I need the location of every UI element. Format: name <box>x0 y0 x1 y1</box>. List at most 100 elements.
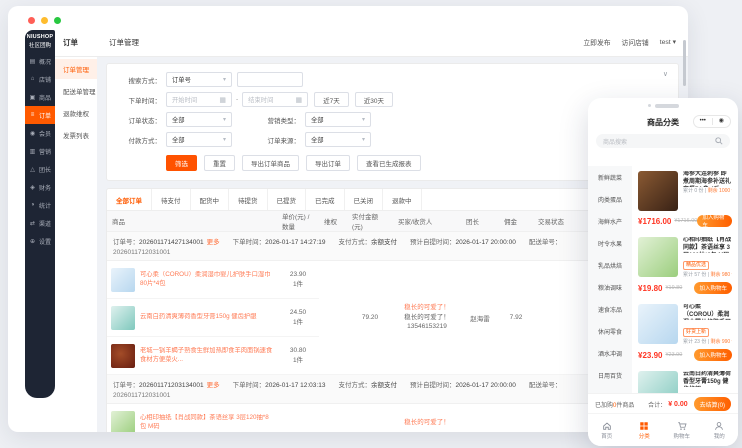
close-window-icon[interactable] <box>28 17 35 24</box>
product-card[interactable]: 心相印抽纸【肖战同款】茶语丝享 3层120抽*8包 M码 精品优选 累计 57 … <box>638 237 732 295</box>
mobile-preview: 商品分类 ••• ◉ 商品搜索 新鲜蔬菜 肉类蛋品 海鲜水产 时令水果 乳品烘焙… <box>588 98 738 446</box>
order-status-select[interactable]: 全部▾ <box>166 112 232 127</box>
last-7-days-button[interactable]: 近7天 <box>314 92 349 107</box>
product-card[interactable]: 云南白药清爽薄荷香型牙膏150g 健齿护龈 <box>638 371 732 394</box>
product-name-link[interactable]: 老城一锅羊蝎子熟食生鲜加热即食羊肉面锅速食食材方便菜火... <box>140 347 273 364</box>
more-link[interactable]: 更多 <box>207 382 220 389</box>
submenu-item-invoice[interactable]: 发票列表 <box>55 125 97 145</box>
tab-awaiting-pickup[interactable]: 待提货 <box>229 189 268 210</box>
filter-button[interactable]: 筛选 <box>166 155 197 171</box>
scrollbar-thumb[interactable] <box>683 40 686 86</box>
tab-category[interactable]: 分类 <box>626 414 664 446</box>
category-item[interactable]: 海鲜水产 <box>588 210 632 232</box>
total-label: 合计： <box>648 400 666 409</box>
tab-closed[interactable]: 已关闭 <box>345 189 384 210</box>
publish-link[interactable]: 立即发布 <box>583 37 610 47</box>
category-item[interactable]: 酒水冲调 <box>588 342 632 364</box>
tab-home[interactable]: 首页 <box>588 414 626 446</box>
buyer-nickname: 稳长的可爱了！ <box>397 418 457 428</box>
end-date-input[interactable]: 结束时间▦ <box>242 92 308 107</box>
logo-subtitle: 社区团购 <box>25 41 55 49</box>
search-keyword-input[interactable] <box>237 72 303 87</box>
sidebar-item-settings[interactable]: ⊕设置 <box>25 232 55 250</box>
tab-refunding[interactable]: 退款中 <box>383 189 422 210</box>
sidebar-item-orders[interactable]: ≡订单 <box>25 106 55 124</box>
product-name: 云南白药清爽薄荷香型牙膏150g 健齿护龈 <box>683 371 732 387</box>
tab-all-orders[interactable]: 全部订单 <box>107 189 152 210</box>
product-name-link[interactable]: 心相印抽纸【肖战同款】茶语丝享 3层120抽*8包 M码 <box>140 414 273 431</box>
marketing-type-select[interactable]: 全部▾ <box>305 112 371 127</box>
pay-method-select[interactable]: 全部▾ <box>166 132 232 147</box>
view-report-button[interactable]: 查看已生成报表 <box>357 155 421 171</box>
minimize-window-icon[interactable] <box>41 17 48 24</box>
phone-header: 商品分类 ••• ◉ <box>588 113 738 131</box>
user-menu[interactable]: test ▾ <box>660 38 676 46</box>
tab-completed[interactable]: 已完成 <box>306 189 345 210</box>
buyer-cell: 稳长的可爱了！ <box>393 404 461 433</box>
product-name: 海参大连刺参 即煮周期海参补送礼套餐7A参 4斤 32-... <box>683 171 732 187</box>
phone-tab-bar: 首页 分类 购物车 我的 <box>588 413 738 446</box>
category-item[interactable]: 速食冻品 <box>588 298 632 320</box>
channel-icon: ⇄ <box>29 220 36 227</box>
sidebar-item-overview[interactable]: ▤概况 <box>25 52 55 70</box>
reset-button[interactable]: 重置 <box>204 155 235 171</box>
category-item[interactable]: 粮油调味 <box>588 276 632 298</box>
order-source-select[interactable]: 全部▾ <box>305 132 371 147</box>
finance-icon: ◈ <box>29 184 36 191</box>
capsule-menu-icon[interactable]: ••• <box>694 116 712 127</box>
add-to-cart-button[interactable]: 加入购物车 <box>697 215 732 227</box>
start-date-input[interactable]: 开始时间▦ <box>166 92 232 107</box>
collapse-caret-icon[interactable]: ∨ <box>663 70 668 78</box>
primary-sidebar: NIUSHOP 社区团购 ▤概况 ⌂店铺 ▣商品 ≡订单 ◉会员 ▥营销 △团长… <box>25 30 55 398</box>
maximize-window-icon[interactable] <box>54 17 61 24</box>
submenu-item-refund[interactable]: 退款维权 <box>55 103 97 123</box>
screenshot-stage: NIUSHOP 社区团购 ▤概况 ⌂店铺 ▣商品 ≡订单 ◉会员 ▥营销 △团长… <box>0 0 742 448</box>
submenu-item-delivery-manage[interactable]: 配送单管理 <box>55 81 97 101</box>
add-to-cart-button[interactable]: 加入购物车 <box>694 282 732 294</box>
last-30-days-button[interactable]: 近30天 <box>355 92 393 107</box>
tab-picking[interactable]: 配货中 <box>191 189 230 210</box>
add-to-cart-button[interactable]: 加入购物车 <box>694 349 732 361</box>
category-item[interactable]: 乳品烘焙 <box>588 254 632 276</box>
category-item[interactable]: 日用百货 <box>588 364 632 386</box>
sidebar-item-shop[interactable]: ⌂店铺 <box>25 70 55 88</box>
sidebar-item-marketing[interactable]: ▥营销 <box>25 142 55 160</box>
sidebar-item-leader[interactable]: △团长 <box>25 160 55 178</box>
pay-method-label: 付款方式： <box>117 135 161 145</box>
sidebar-item-goods[interactable]: ▣商品 <box>25 88 55 106</box>
checkout-button[interactable]: 去结算(0) <box>694 397 731 411</box>
product-name-link[interactable]: 云南白药清爽薄荷香型牙膏150g 健齿护龈 <box>140 313 257 322</box>
tab-unpaid[interactable]: 待支付 <box>152 189 191 210</box>
statistics-icon: ◑ <box>29 202 36 208</box>
visit-shop-link[interactable]: 访问店铺 <box>622 37 649 47</box>
export-order-goods-button[interactable]: 导出订单商品 <box>242 155 299 171</box>
sidebar-item-members[interactable]: ◉会员 <box>25 124 55 142</box>
shop-icon: ⌂ <box>29 76 36 82</box>
product-card[interactable]: 海参大连刺参 即煮周期海参补送礼套餐7A参 4斤 32-... 累计 0 份 |… <box>638 171 732 228</box>
more-link[interactable]: 更多 <box>207 239 220 246</box>
tab-mine[interactable]: 我的 <box>701 414 739 446</box>
product-name-link[interactable]: 可心柔（COROU）柔润湿巾婴儿护肤手口湿巾 80片*4包 <box>140 271 273 288</box>
total-amount: ¥ 0.00 <box>668 401 687 408</box>
phone-search-bar[interactable]: 商品搜索 <box>596 134 730 148</box>
sidebar-item-channel[interactable]: ⇄渠道 <box>25 214 55 232</box>
sidebar-item-statistics[interactable]: ◑统计 <box>25 196 55 214</box>
item-qty: 1件 <box>281 280 315 290</box>
marketing-icon: ▥ <box>29 148 36 155</box>
search-type-select[interactable]: 订单号▾ <box>166 72 232 87</box>
category-item[interactable]: 时令水果 <box>588 232 632 254</box>
submenu-item-order-manage[interactable]: 订单管理 <box>55 59 97 79</box>
pay-method: 余额支付 <box>371 382 397 389</box>
category-item[interactable]: 新鲜蔬菜 <box>588 166 632 188</box>
category-item[interactable]: 肉类蛋品 <box>588 188 632 210</box>
sidebar-item-finance[interactable]: ◈财务 <box>25 178 55 196</box>
product-card[interactable]: 可心柔（COROU）柔润湿巾婴儿护肤手口湿巾 80... 好货上新 累计 23 … <box>638 304 732 362</box>
category-item[interactable]: 休闲零食 <box>588 320 632 342</box>
export-order-button[interactable]: 导出订单 <box>306 155 350 171</box>
capsule-close-icon[interactable]: ◉ <box>713 116 731 127</box>
tab-cart[interactable]: 购物车 <box>663 414 701 446</box>
settings-icon: ⊕ <box>29 238 36 245</box>
product-image <box>638 237 678 277</box>
product-name: 可心柔（COROU）柔润湿巾婴儿护肤手口湿巾 80... <box>683 304 732 320</box>
tab-picked-up[interactable]: 已提货 <box>268 189 307 210</box>
